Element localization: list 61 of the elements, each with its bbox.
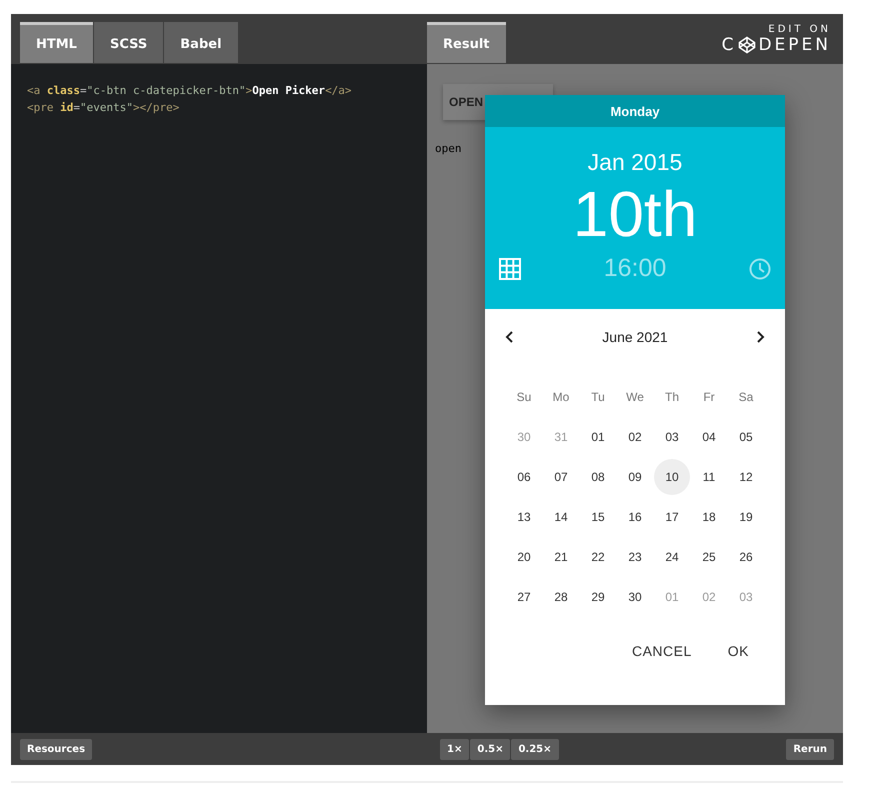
day-cell[interactable]: 17 bbox=[654, 499, 690, 535]
day-cell[interactable]: 25 bbox=[691, 539, 727, 575]
day-cell[interactable]: 13 bbox=[506, 499, 542, 535]
zoom-button[interactable]: 0.5× bbox=[470, 738, 510, 760]
day-cell[interactable]: 06 bbox=[506, 459, 542, 495]
weekday-label: Sa bbox=[738, 389, 754, 406]
event-log: open bbox=[435, 142, 462, 155]
day-cell[interactable]: 30 bbox=[617, 579, 653, 615]
dialog-button[interactable]: OK bbox=[716, 635, 761, 667]
day-cell[interactable]: 10 bbox=[654, 459, 690, 495]
zoom-button[interactable]: 0.25× bbox=[511, 738, 559, 760]
previous-month-button[interactable] bbox=[505, 330, 515, 344]
code-line: <a class="c-btn c-datepicker-btn">Open Picker</a> bbox=[27, 83, 353, 99]
day-cell[interactable]: 15 bbox=[580, 499, 616, 535]
edit-on-label: EDIT ON bbox=[768, 24, 831, 34]
weekday-label: We bbox=[625, 389, 645, 406]
weekday-label: Th bbox=[664, 389, 680, 406]
day-cell[interactable]: 29 bbox=[580, 579, 616, 615]
result-tab[interactable]: Result bbox=[427, 22, 506, 63]
day-cell[interactable]: 27 bbox=[506, 579, 542, 615]
day-cell[interactable]: 02 bbox=[617, 419, 653, 455]
day-cell[interactable]: 18 bbox=[691, 499, 727, 535]
brand-text: DEPEN bbox=[758, 34, 831, 54]
day-cell[interactable]: 12 bbox=[728, 459, 764, 495]
code-line: <pre id="events"></pre> bbox=[27, 100, 180, 116]
day-cell[interactable]: 22 bbox=[580, 539, 616, 575]
day-cell[interactable]: 09 bbox=[617, 459, 653, 495]
weekday-label: Fr bbox=[702, 389, 716, 406]
brand-letter: C bbox=[722, 34, 736, 54]
next-month-button[interactable] bbox=[755, 330, 765, 344]
day-label: 10th bbox=[572, 178, 698, 250]
day-cell[interactable]: 05 bbox=[728, 419, 764, 455]
editor-tab[interactable]: SCSS bbox=[94, 22, 164, 63]
day-cell[interactable]: 01 bbox=[580, 419, 616, 455]
day-cell[interactable]: 28 bbox=[543, 579, 579, 615]
day-cell[interactable]: 11 bbox=[691, 459, 727, 495]
day-cell[interactable]: 26 bbox=[728, 539, 764, 575]
day-cell[interactable]: 19 bbox=[728, 499, 764, 535]
day-cell[interactable]: 20 bbox=[506, 539, 542, 575]
day-cell[interactable]: 03 bbox=[654, 419, 690, 455]
month-title: June 2021 bbox=[602, 329, 668, 345]
month-year-label: Jan 2015 bbox=[588, 149, 682, 176]
day-cell[interactable]: 07 bbox=[543, 459, 579, 495]
day-cell[interactable]: 21 bbox=[543, 539, 579, 575]
day-cell[interactable]: 14 bbox=[543, 499, 579, 535]
editor-tab[interactable]: Babel bbox=[164, 22, 238, 63]
editor-tab[interactable]: HTML bbox=[20, 22, 93, 63]
zoom-button[interactable]: 1× bbox=[440, 738, 470, 760]
weekday-header: Monday bbox=[485, 95, 785, 127]
day-cell[interactable]: 04 bbox=[691, 419, 727, 455]
day-cell[interactable]: 24 bbox=[654, 539, 690, 575]
weekday-label: Su bbox=[516, 389, 532, 406]
cube-logo-icon bbox=[738, 36, 756, 54]
weekday-label: Tu bbox=[590, 389, 606, 406]
weekday-label: Mo bbox=[552, 389, 570, 406]
dialog-button[interactable]: CANCEL bbox=[620, 635, 704, 667]
rerun-button[interactable]: Rerun bbox=[786, 738, 834, 760]
day-cell[interactable]: 16 bbox=[617, 499, 653, 535]
day-cell[interactable]: 08 bbox=[580, 459, 616, 495]
day-cell[interactable]: 23 bbox=[617, 539, 653, 575]
resources-button[interactable]: Resources bbox=[20, 738, 92, 760]
